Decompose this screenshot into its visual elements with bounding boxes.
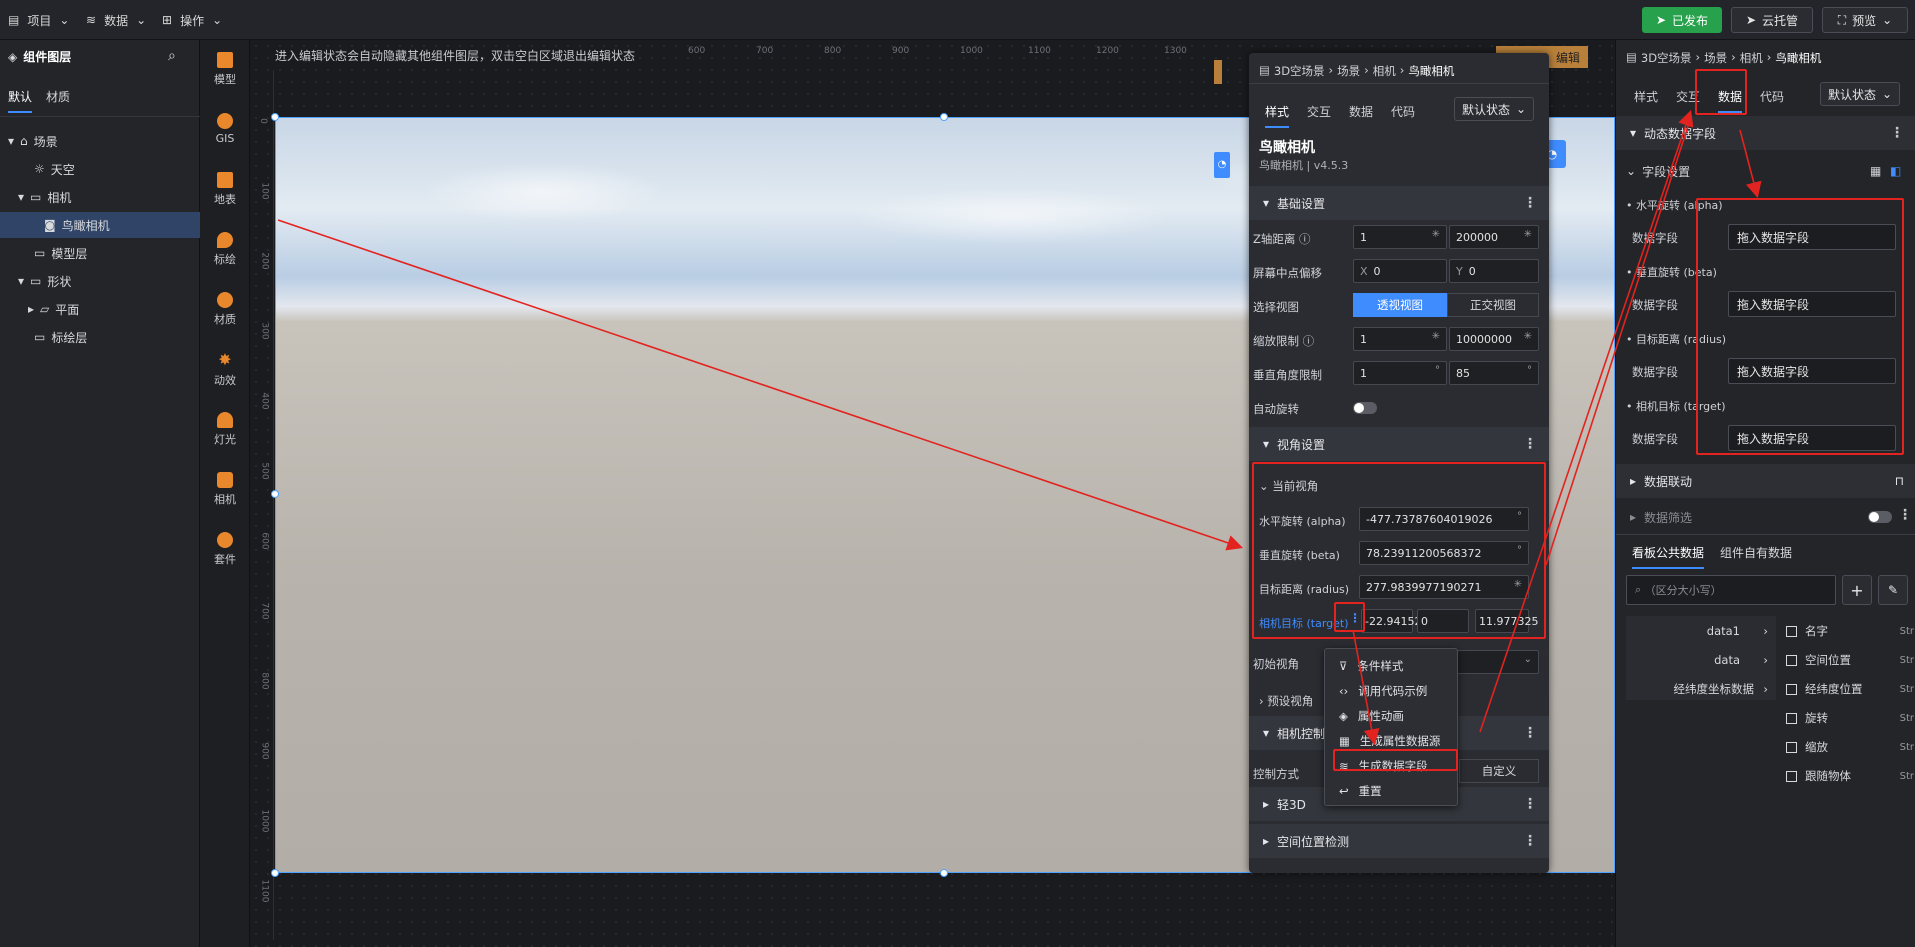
arrow-line <box>1545 119 1691 566</box>
arrow-line <box>1739 129 1762 199</box>
arrow-line <box>1352 629 1380 746</box>
arrow-line <box>1479 109 1694 733</box>
annotation-arrows <box>277 109 1762 746</box>
arrow-line <box>277 219 1244 551</box>
